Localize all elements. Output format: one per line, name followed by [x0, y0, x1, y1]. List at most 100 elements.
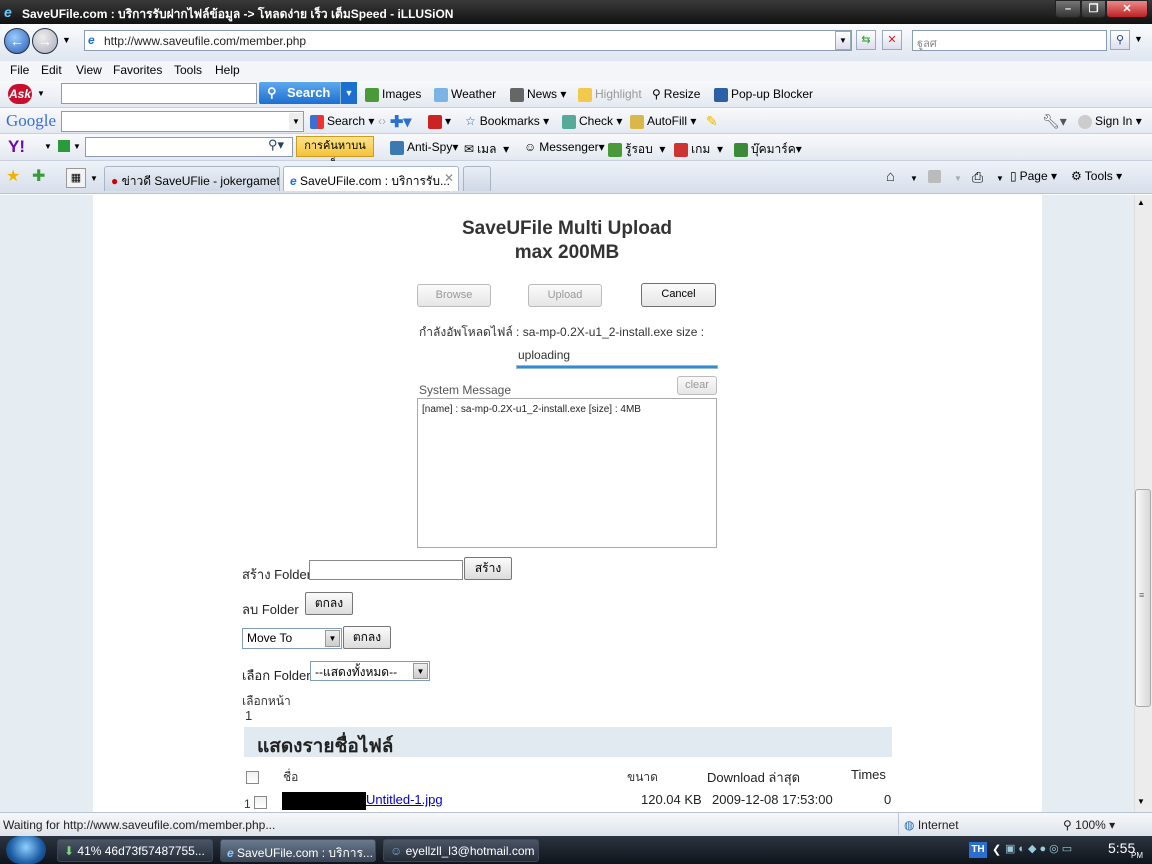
search-go-icon[interactable]: ⚲ [1110, 30, 1130, 50]
select-folder-select[interactable]: --แสดงทั้งหมด-- ▼ [310, 661, 430, 681]
feeds-dropdown-icon[interactable]: ▼ [954, 174, 962, 183]
delete-folder-button[interactable]: ตกลง [305, 592, 353, 615]
messenger-button[interactable]: ☺ Messenger▾ [524, 140, 605, 154]
tab-close-icon[interactable]: ✕ [444, 171, 454, 185]
print-icon[interactable]: ⎙ [972, 169, 983, 186]
menu-file[interactable]: File [10, 63, 29, 77]
ask-logo[interactable]: Ask [8, 84, 32, 104]
zoom-control[interactable]: ⚲ 100% ▾ [1063, 818, 1115, 832]
check-button[interactable]: Check ▾ [562, 114, 622, 129]
yahoo-flag-icon[interactable] [58, 140, 70, 152]
menu-favorites[interactable]: Favorites [113, 63, 162, 77]
feeds-icon[interactable] [928, 170, 941, 183]
page-number-link[interactable]: 1 [245, 708, 252, 723]
task-download[interactable]: ⬇ 41% 46d73f57487755... [57, 839, 213, 862]
mail-button[interactable]: ✉ เมล ▾ [464, 140, 509, 159]
back-button[interactable]: ← [4, 28, 30, 54]
yahoo-logo[interactable]: Y! [8, 137, 25, 157]
add-favorites-icon[interactable]: ✚ [32, 166, 45, 186]
tray-icons[interactable]: ▣◐◆●◎▭ [1005, 842, 1075, 855]
system-message-box[interactable]: [name] : sa-mp-0.2X-u1_2-install.exe [si… [417, 398, 717, 548]
news-button[interactable]: News ▾ [510, 87, 566, 102]
page-icon: e [88, 33, 95, 47]
google-logo[interactable]: Google [6, 111, 56, 131]
yahoo-search-input[interactable] [85, 137, 293, 157]
yahoo-flag-dropdown-icon[interactable]: ▼ [73, 142, 81, 151]
tab-news[interactable]: ● ข่าวดี SaveUFlie - jokergamet... [104, 166, 280, 191]
maximize-button[interactable]: ❐ [1081, 0, 1106, 18]
language-indicator[interactable]: TH [969, 842, 987, 858]
tray-expand-icon[interactable]: ❮ [992, 843, 1001, 856]
google-search-input[interactable] [61, 111, 304, 132]
new-tab-button[interactable] [463, 166, 491, 191]
zone-indicator[interactable]: ◍ Internet [904, 818, 959, 832]
news-th-button[interactable]: รู้รอบ ▾ [608, 140, 665, 159]
wrench-icon[interactable]: 🔧︎▾ [1042, 113, 1067, 130]
antispy-button[interactable]: Anti-Spy▾ [390, 140, 458, 155]
history-dropdown-icon[interactable]: ▼ [62, 35, 71, 45]
browse-button[interactable]: Browse [417, 284, 491, 307]
menu-view[interactable]: View [76, 63, 102, 77]
menu-help[interactable]: Help [215, 63, 240, 77]
images-button[interactable]: Images [365, 87, 421, 102]
home-dropdown-icon[interactable]: ▼ [910, 174, 918, 183]
plus-icon[interactable]: ✚▾ [390, 112, 411, 132]
ask-search-input[interactable] [61, 83, 257, 104]
games-button[interactable]: เกม ▾ [674, 140, 723, 159]
weather-button[interactable]: Weather [434, 87, 496, 102]
create-folder-input[interactable] [309, 560, 463, 580]
address-dropdown-icon[interactable]: ▼ [835, 31, 851, 50]
cancel-button[interactable]: Cancel [641, 283, 716, 307]
scroll-down-icon[interactable]: ▼ [1137, 797, 1145, 806]
task-browser[interactable]: e SaveUFile.com : บริการ... [220, 839, 376, 862]
minimize-button[interactable]: – [1055, 0, 1081, 18]
signin-button[interactable]: Sign In ▾ [1078, 114, 1142, 129]
forward-button[interactable]: → [32, 28, 58, 54]
close-window-button[interactable]: ✕ [1106, 0, 1148, 18]
autofill-button[interactable]: AutoFill ▾ [630, 114, 696, 129]
select-all-checkbox[interactable] [246, 771, 259, 784]
tab-saveufile-label: SaveUFile.com : บริการรับ... [300, 174, 450, 188]
pencil-icon[interactable]: ✎ [706, 113, 718, 130]
task-messenger[interactable]: ☺ eyellzll_l3@hotmail.com [383, 839, 539, 862]
title-bar: e SaveUFile.com : บริการรับฝากไฟล์ข้อมูล… [0, 0, 1152, 24]
move-to-button[interactable]: ตกลง [343, 626, 391, 649]
zoom-value: 100% [1075, 818, 1106, 832]
create-folder-button[interactable]: สร้าง [464, 557, 512, 580]
file-link[interactable]: Untitled-1.jpg [366, 792, 443, 807]
popup-block-icon[interactable]: ▾ [428, 114, 451, 129]
search-box[interactable] [912, 30, 1107, 51]
ask-search-dropdown-icon[interactable]: ▼ [340, 82, 357, 104]
ask-menu-icon[interactable]: ▼ [37, 89, 45, 98]
page-menu-button[interactable]: ▯ Page ▾ [1010, 169, 1057, 183]
resize-button[interactable]: ⚲ Resize [652, 87, 700, 101]
refresh-icon[interactable]: ⇆ [856, 30, 876, 50]
bookmarks-button[interactable]: ☆ Bookmarks ▾ [465, 114, 549, 128]
highlight-button[interactable]: Highlight [578, 87, 642, 102]
stop-icon[interactable]: ✕ [882, 30, 902, 50]
tools-menu-button[interactable]: ⚙ Tools ▾ [1071, 169, 1122, 183]
quick-tabs-icon[interactable]: ▦ [66, 168, 86, 188]
scroll-up-icon[interactable]: ▲ [1137, 198, 1145, 207]
upload-button[interactable]: Upload [528, 284, 602, 307]
yahoo-menu-icon[interactable]: ▼ [44, 142, 52, 151]
start-button[interactable] [6, 836, 46, 864]
clear-button[interactable]: clear [677, 376, 717, 395]
menu-tools[interactable]: Tools [174, 63, 202, 77]
yahoo-search-icon[interactable]: ⚲▾ [268, 137, 284, 153]
bookmark-th-button[interactable]: บุ๊คมาร์ค▾ [734, 140, 802, 159]
tab-list-icon[interactable]: ▼ [90, 174, 98, 183]
row-checkbox[interactable] [254, 796, 267, 809]
favorites-star-icon[interactable]: ★ [6, 166, 20, 186]
yahoo-web-search-button[interactable]: การค้นหาบนเว็บ [296, 136, 374, 171]
move-to-select[interactable]: Move To ▼ [242, 628, 342, 649]
print-dropdown-icon[interactable]: ▼ [996, 174, 1004, 183]
home-icon[interactable]: ⌂ [886, 168, 895, 185]
popup-blocker-button[interactable]: Pop-up Blocker [714, 87, 813, 102]
search-options-icon[interactable]: ▼ [1134, 34, 1143, 44]
google-dropdown-icon[interactable]: ▼ [289, 113, 303, 130]
google-search-button[interactable]: Search ▾ [310, 114, 374, 129]
tab-saveufile[interactable]: e SaveUFile.com : บริการรับ... [283, 166, 459, 191]
menu-edit[interactable]: Edit [41, 63, 62, 77]
star-icon: ☆ [465, 114, 476, 128]
